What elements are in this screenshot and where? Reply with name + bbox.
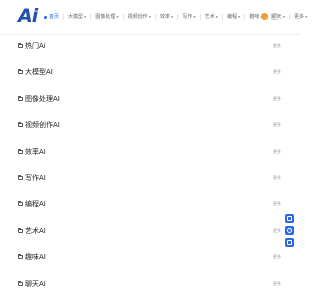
chevron-down-icon: ▼ (304, 15, 308, 19)
section-title[interactable]: 聊天AI (25, 278, 46, 290)
home-dot-icon (44, 15, 47, 19)
chevron-down-icon: ▼ (282, 15, 285, 19)
section-title[interactable]: 艺术AI (25, 225, 46, 237)
nav-item-5[interactable]: 写作 ▼ (182, 12, 195, 22)
section-title[interactable]: 编程AI (25, 198, 46, 210)
nav-item-label: 写作 (182, 14, 193, 20)
chevron-down-icon: ▼ (148, 15, 151, 19)
user-avatar-icon[interactable] (261, 13, 268, 20)
section-title[interactable]: 大模型AI (25, 66, 53, 78)
section-title[interactable]: 写作AI (25, 172, 46, 184)
section-row: 图像处理AI 更多 (0, 87, 300, 113)
section-title[interactable]: 趣味AI (25, 251, 46, 263)
top-header: Ai 首页大模型▼图像处理▼视频创作▼效率▼写作▼艺术▼编程▼趣味▼聊天▼更多▼ (0, 0, 307, 35)
chevron-down-icon: ▼ (84, 15, 87, 19)
section-title[interactable]: 图像处理AI (25, 93, 60, 105)
nav-divider (288, 14, 290, 20)
folder-icon (18, 148, 23, 154)
section-more-link[interactable]: 更多 (273, 120, 281, 130)
nav-item-label: 视频创作 (127, 14, 148, 20)
nav-divider (221, 14, 223, 20)
section-more-link[interactable]: 更多 (273, 199, 281, 209)
section-title[interactable]: 视频创作AI (25, 119, 60, 131)
menu-icon[interactable] (271, 13, 278, 20)
chat-icon (287, 240, 292, 245)
folder-icon (18, 43, 23, 48)
nav-divider (199, 14, 201, 20)
nav-item-label: 编程 (226, 14, 237, 20)
folder-icon (18, 95, 23, 101)
folder-icon (18, 280, 23, 286)
section-row: 视频创作AI 更多 (0, 113, 300, 139)
chevron-down-icon: ▼ (171, 15, 174, 19)
nav-item-7[interactable]: 编程 ▼ (227, 12, 240, 22)
chevron-down-icon: ▼ (116, 15, 119, 19)
side-toolbar (285, 214, 295, 250)
nav-item-label: 效率 (160, 14, 171, 20)
nav-item-label: 首页 (49, 14, 60, 20)
section-more-link[interactable]: 更多 (273, 67, 281, 77)
nav-item-label: 大模型 (68, 14, 84, 20)
section-row: 聊天AI 更多 (0, 272, 300, 298)
nav-item-label: 图像处理 (95, 14, 116, 20)
feedback-icon (287, 216, 292, 221)
nav-item-2[interactable]: 图像处理 ▼ (95, 12, 118, 22)
folder-icon (18, 201, 23, 207)
section-row: 效率AI 更多 (0, 140, 300, 166)
nav-item-0[interactable]: 首页 (44, 12, 59, 22)
section-title[interactable]: 热门Ai (25, 40, 46, 52)
chat-button[interactable] (285, 238, 294, 247)
section-more-link[interactable]: 更多 (273, 173, 281, 183)
nav-divider (90, 14, 92, 20)
nav-item-1[interactable]: 大模型 ▼ (68, 12, 86, 22)
chevron-down-icon: ▼ (238, 15, 241, 19)
section-more-link[interactable]: 更多 (273, 94, 281, 104)
nav-item-4[interactable]: 效率 ▼ (160, 12, 173, 22)
folder-icon (18, 227, 23, 233)
section-row: 热门Ai 更多 (0, 34, 300, 60)
service-button[interactable] (285, 226, 294, 235)
nav-divider (122, 14, 124, 20)
section-row: 艺术AI 更多 (0, 219, 300, 245)
folder-icon (18, 254, 23, 260)
nav-item-10[interactable]: 更多 ▼ (294, 12, 307, 22)
folder-icon (18, 175, 23, 180)
section-more-link[interactable]: 更多 (273, 252, 281, 262)
nav-divider (155, 14, 156, 20)
section-row: 大模型AI 更多 (0, 60, 300, 86)
section-more-link[interactable]: 更多 (273, 226, 281, 236)
chevron-down-icon: ▼ (193, 15, 196, 19)
nav-divider (63, 14, 65, 20)
service-icon (287, 228, 292, 233)
feedback-button[interactable] (285, 214, 294, 223)
nav-item-6[interactable]: 艺术 ▼ (205, 12, 218, 22)
site-logo[interactable]: Ai (18, 5, 38, 27)
nav-item-label: 更多 (293, 14, 304, 20)
section-row: 编程AI 更多 (0, 192, 300, 218)
folder-icon (18, 122, 23, 128)
section-more-link[interactable]: 更多 (273, 147, 281, 157)
nav-divider (244, 14, 246, 20)
nav-item-label: 艺术 (204, 14, 215, 20)
section-more-link[interactable]: 更多 (273, 279, 281, 289)
section-title[interactable]: 效率AI (25, 146, 46, 158)
chevron-down-icon: ▼ (215, 15, 218, 19)
section-more-link[interactable]: 更多 (273, 41, 281, 51)
nav-divider (177, 14, 179, 20)
section-row: 趣味AI 更多 (0, 245, 300, 271)
nav-item-3[interactable]: 视频创作 ▼ (128, 12, 151, 22)
section-row: 写作AI 更多 (0, 166, 300, 192)
folder-icon (18, 69, 23, 75)
nav-item-label: 趣味 (249, 14, 260, 20)
